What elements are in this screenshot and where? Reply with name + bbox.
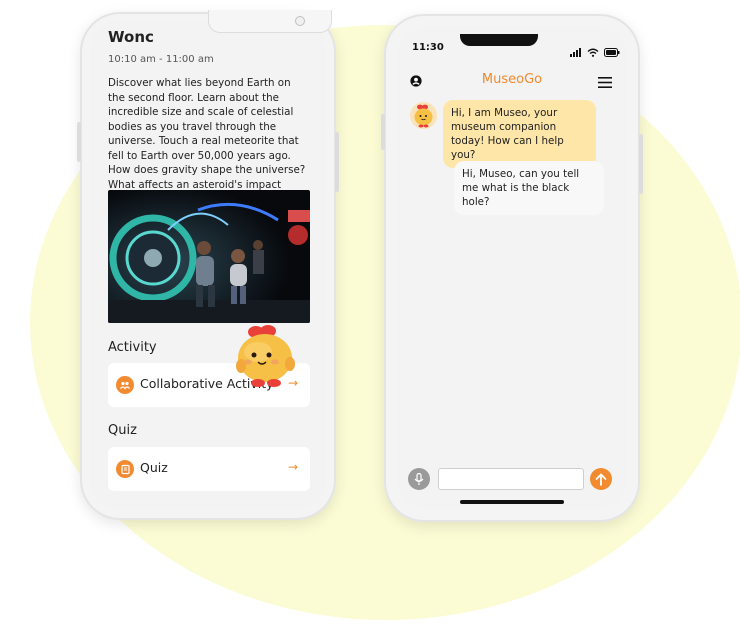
event-title: Wonc (108, 28, 154, 46)
menu-icon[interactable] (598, 73, 612, 92)
quiz-card[interactable]: Quiz → (108, 447, 310, 491)
side-button (77, 122, 81, 162)
side-button (639, 134, 643, 194)
bot-avatar (410, 102, 437, 129)
app-bar: MuseoGo (398, 68, 626, 92)
left-phone-frame: Wonc 10:10 am - 11:00 am Discover what l… (77, 10, 339, 520)
app-title: MuseoGo (481, 72, 543, 87)
user-message: Hi, Museo, can you tell me what is the b… (454, 161, 604, 215)
right-phone-screen (398, 26, 626, 510)
send-arrow-icon (595, 473, 607, 486)
group-icon (116, 376, 134, 394)
side-button (381, 114, 385, 150)
send-button[interactable] (590, 468, 612, 490)
status-icons (570, 42, 620, 61)
event-description: Discover what lies beyond Earth on the s… (108, 77, 306, 205)
signal-icon (570, 42, 582, 61)
wifi-icon (587, 42, 599, 61)
status-time: 11:30 (412, 42, 444, 53)
mascot-character (232, 322, 302, 392)
arrow-right-icon: → (287, 460, 298, 474)
activity-heading: Activity (108, 340, 157, 355)
right-phone-frame: 11:30 MuseoGo Hi, I am Museo, your museu… (381, 14, 643, 522)
notch (460, 34, 538, 46)
bot-message: Hi, I am Museo, your museum companion to… (443, 100, 596, 168)
message-input[interactable] (438, 468, 584, 490)
camera-icon (295, 16, 305, 26)
message-composer (398, 466, 626, 496)
exhibit-photo (108, 190, 310, 323)
home-indicator (460, 500, 564, 504)
battery-icon (604, 42, 620, 61)
mic-icon (414, 472, 424, 485)
quiz-label: Quiz (140, 460, 168, 475)
front-camera-notch (208, 10, 332, 33)
quiz-heading: Quiz (108, 423, 137, 438)
mic-button[interactable] (408, 468, 430, 490)
event-time: 10:10 am - 11:00 am (108, 54, 214, 65)
quiz-icon (116, 460, 134, 478)
side-button (335, 132, 339, 192)
left-phone-screen: Wonc 10:10 am - 11:00 am Discover what l… (90, 20, 326, 510)
